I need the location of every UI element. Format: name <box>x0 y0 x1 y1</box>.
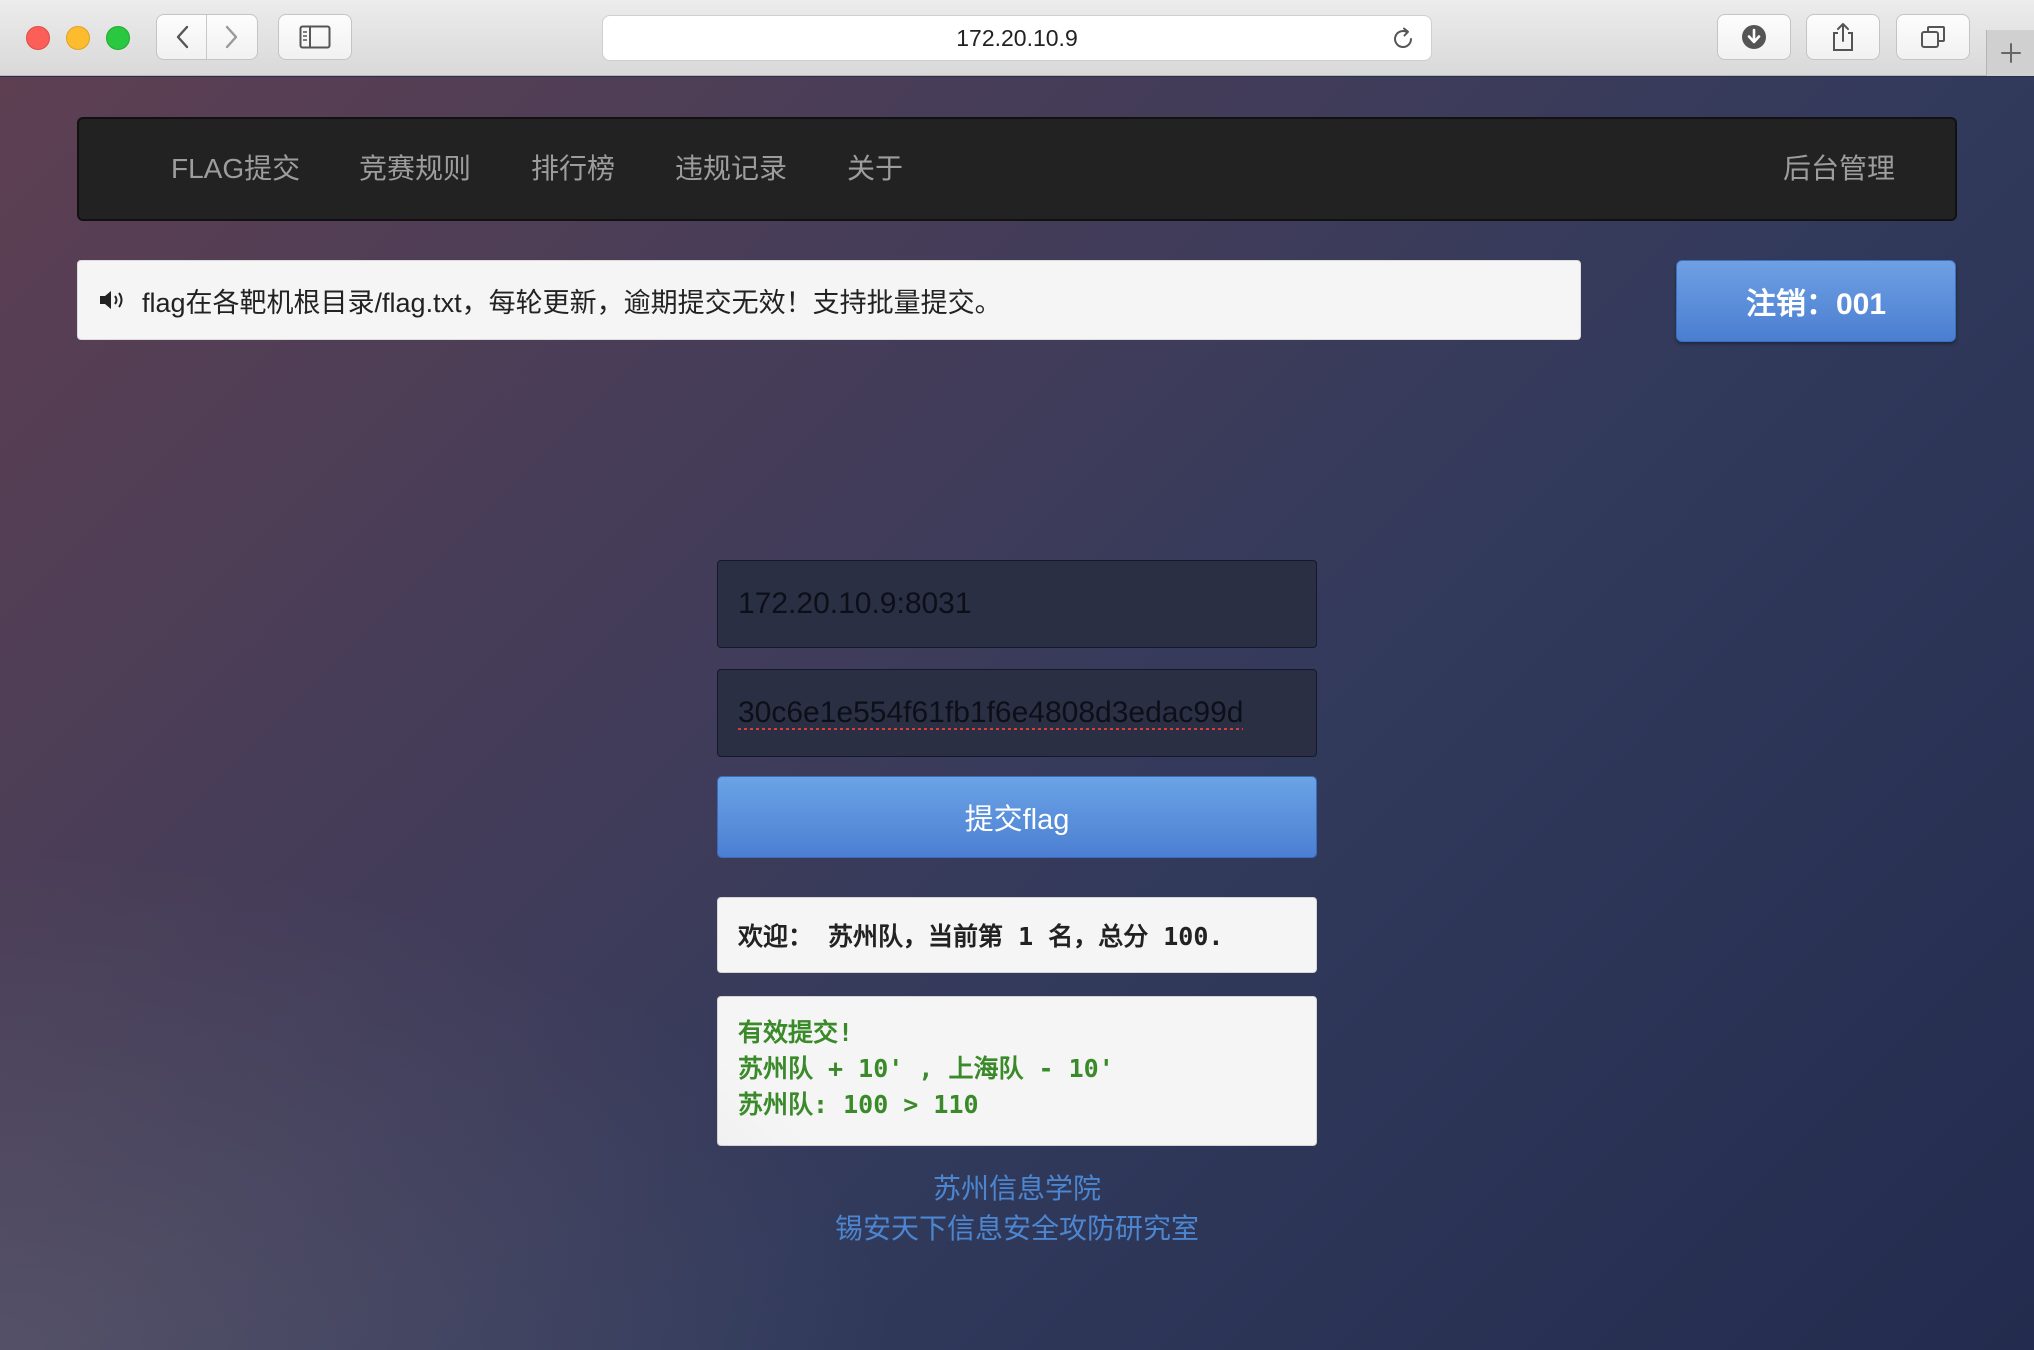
tabs-icon <box>1921 26 1945 48</box>
share-icon <box>1833 23 1853 51</box>
chevron-right-icon <box>225 25 238 49</box>
show-all-tabs-button[interactable] <box>1896 14 1970 60</box>
share-button[interactable] <box>1806 14 1880 60</box>
minimize-window-button[interactable] <box>66 26 90 50</box>
nav-flag-submit[interactable]: FLAG提交 <box>171 119 300 219</box>
close-window-button[interactable] <box>26 26 50 50</box>
footer-school-link[interactable]: 苏州信息学院 <box>0 1167 2034 1207</box>
forward-button[interactable] <box>207 15 257 59</box>
nav-violations[interactable]: 违规记录 <box>675 119 787 219</box>
nav-leaderboard[interactable]: 排行榜 <box>531 119 615 219</box>
sidebar-toggle-button[interactable] <box>278 14 352 60</box>
top-navbar: FLAG提交 竞赛规则 排行榜 违规记录 关于 后台管理 <box>77 117 1957 221</box>
nav-rules[interactable]: 竞赛规则 <box>359 119 471 219</box>
address-bar[interactable]: 172.20.10.9 <box>602 15 1432 61</box>
reload-icon[interactable] <box>1391 27 1415 57</box>
result-line: 苏州队: 100 > 110 <box>738 1090 979 1119</box>
nav-about[interactable]: 关于 <box>847 119 903 219</box>
result-line: 苏州队 + 10' , 上海队 - 10' <box>738 1054 1114 1083</box>
back-button[interactable] <box>157 15 207 59</box>
page-body: FLAG提交 竞赛规则 排行榜 违规记录 关于 后台管理 flag在各靶机根目录… <box>0 77 2034 1350</box>
result-line: 有效提交! <box>738 1018 854 1047</box>
submit-flag-button[interactable]: 提交flag <box>717 776 1317 858</box>
submit-result: 有效提交! 苏州队 + 10' , 上海队 - 10' 苏州队: 100 > 1… <box>717 996 1317 1146</box>
download-icon <box>1742 25 1766 49</box>
target-host-input[interactable] <box>717 560 1317 648</box>
notice-banner: flag在各靶机根目录/flag.txt，每轮更新，逾期提交无效！支持批量提交。 <box>77 260 1581 340</box>
plus-icon <box>2000 43 2021 63</box>
notice-text: flag在各靶机根目录/flag.txt，每轮更新，逾期提交无效！支持批量提交。 <box>142 287 1002 318</box>
downloads-button[interactable] <box>1717 14 1791 60</box>
speaker-icon <box>98 289 128 311</box>
flag-input[interactable] <box>717 669 1317 757</box>
welcome-status: 欢迎： 苏州队，当前第 1 名，总分 100. <box>717 897 1317 973</box>
zoom-window-button[interactable] <box>106 26 130 50</box>
sidebar-icon <box>299 25 331 49</box>
footer-lab-link[interactable]: 锡安天下信息安全攻防研究室 <box>0 1207 2034 1247</box>
url-text: 172.20.10.9 <box>956 24 1078 51</box>
browser-toolbar: 172.20.10.9 <box>0 0 2034 76</box>
new-tab-button[interactable] <box>1986 30 2034 76</box>
logout-button[interactable]: 注销：001 <box>1676 260 1956 342</box>
history-nav <box>156 14 258 60</box>
nav-admin[interactable]: 后台管理 <box>1783 119 1895 219</box>
chevron-left-icon <box>176 25 188 49</box>
